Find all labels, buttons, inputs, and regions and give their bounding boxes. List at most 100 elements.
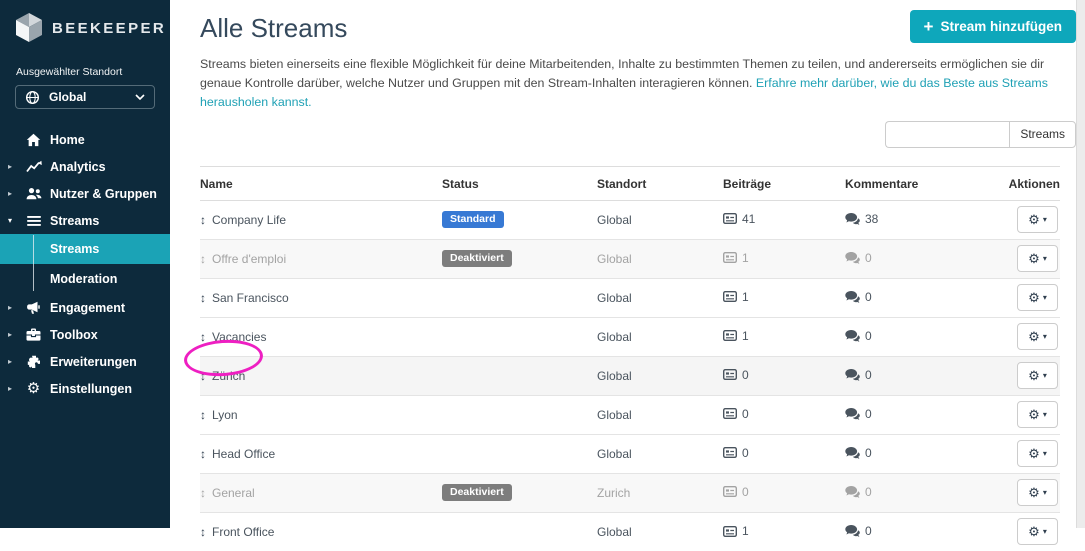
table-row: ↕ Offre d'emploi Deaktiviert Global 1 0 ⚙… [200,238,1060,279]
table-row: ↕ Head Office Global 0 0 ⚙ ▾ [200,433,1060,474]
row-actions-button[interactable]: ⚙ ▾ [1017,440,1058,468]
table-row: ↕ Lyon Global 0 0 ⚙ ▾ [200,394,1060,435]
main-content: Alle Streams + Stream hinzufügen Streams… [170,0,1085,551]
comments-icon [845,446,860,459]
search-input[interactable] [885,120,1010,148]
comments-count: 0 [865,523,872,538]
streams-table: Name Status Standort Beiträge Kommentare… [200,165,1060,551]
posts-count: 0 [742,367,749,382]
row-actions-button[interactable]: ⚙ ▾ [1017,479,1058,507]
caret-down-icon: ▾ [1042,214,1047,224]
drag-handle-icon[interactable]: ↕ [200,330,206,344]
row-actions-button[interactable]: ⚙ ▾ [1017,206,1058,234]
gear-icon: ⚙ [1028,290,1040,306]
drag-handle-icon[interactable]: ↕ [200,486,206,500]
comments-icon [845,212,860,225]
posts-icon [723,330,737,342]
standort-value: Global [597,316,723,357]
posts-count: 1 [742,328,749,343]
drag-handle-icon[interactable]: ↕ [200,369,206,383]
search-group: Streams [200,120,1076,148]
caret-down-icon: ▾ [1042,448,1047,458]
search-streams-button[interactable]: Streams [1009,120,1076,148]
sidebar-subitem-moderation[interactable]: Moderation [0,264,170,294]
gear-icon: ⚙ [1028,524,1040,540]
gear-icon: ⚙ [1028,251,1040,267]
caret-down-icon: ▾ [8,216,13,225]
posts-count: 1 [742,289,749,304]
comments-count: 0 [865,406,872,421]
sidebar-item-einstellungen[interactable]: ▸ ⚙ Einstellungen [0,375,170,402]
row-actions-button[interactable]: ⚙ ▾ [1017,284,1058,312]
col-name: Name [200,165,442,201]
home-icon [25,133,42,147]
gear-icon: ⚙ [1028,212,1040,228]
globe-icon [25,90,40,104]
comments-count: 0 [865,328,872,343]
gear-icon: ⚙ [1028,368,1040,384]
drag-handle-icon[interactable]: ↕ [200,291,206,305]
sidebar-item-label: Analytics [50,159,106,174]
standort-value: Global [597,355,723,396]
sidebar-item-toolbox[interactable]: ▸ Toolbox [0,321,170,348]
status-badge: Deaktiviert [442,483,512,502]
caret-down-icon: ▾ [1042,409,1047,419]
row-actions-button[interactable]: ⚙ ▾ [1017,362,1058,390]
comments-count: 0 [865,289,872,304]
comments-count: 0 [865,367,872,382]
comments-icon [845,251,860,264]
col-kommentare: Kommentare [845,165,977,201]
page-description: Streams bieten einerseits eine flexible … [200,55,1076,112]
posts-count: 41 [742,211,756,226]
megaphone-icon [25,301,42,315]
drag-handle-icon[interactable]: ↕ [200,408,206,422]
caret-right-icon: ▸ [8,303,13,312]
streams-submenu: Streams Moderation [0,234,170,294]
posts-icon [723,408,737,420]
sidebar-item-analytics[interactable]: ▸ Analytics [0,153,170,180]
stream-name: Vacancies [212,329,267,344]
comments-icon [845,407,860,420]
puzzle-icon [25,355,42,369]
col-status: Status [442,165,597,201]
comments-count: 38 [865,211,879,226]
sidebar: BEEKEEPER Ausgewählter Standort Global H… [0,0,170,528]
drag-handle-icon[interactable]: ↕ [200,447,206,461]
add-stream-button[interactable]: + Stream hinzufügen [909,10,1076,43]
posts-icon [723,525,737,537]
sidebar-item-home[interactable]: Home [0,126,170,153]
row-actions-button[interactable]: ⚙ ▾ [1017,518,1058,546]
stream-name: Company Life [212,212,287,227]
posts-icon [723,447,737,459]
stream-name: Offre d'emploi [212,251,287,266]
sidebar-subitem-streams[interactable]: Streams [0,234,170,264]
col-aktionen: Aktionen [977,165,1060,201]
location-dropdown[interactable]: Global [15,85,155,109]
sidebar-item-engagement[interactable]: ▸ Engagement [0,294,170,321]
drag-handle-icon[interactable]: ↕ [200,525,206,539]
location-label: Ausgewählter Standort [16,66,123,78]
table-row: ↕ Front Office Global 1 0 ⚙ ▾ [200,511,1060,551]
drag-handle-icon[interactable]: ↕ [200,252,206,266]
status-badge: Standard [442,210,504,229]
table-row: ↕ General Deaktiviert Zurich 0 0 ⚙ ▾ [200,472,1060,513]
sidebar-item-label: Streams [50,213,100,228]
users-icon [25,187,42,200]
posts-icon [723,369,737,381]
posts-count: 0 [742,484,749,499]
sidebar-item-streams[interactable]: ▾ Streams [0,207,170,234]
caret-down-icon: ▾ [1042,331,1047,341]
posts-icon [723,252,737,264]
comments-count: 0 [865,484,872,499]
row-actions-button[interactable]: ⚙ ▾ [1017,401,1058,429]
row-actions-button[interactable]: ⚙ ▾ [1017,245,1058,273]
caret-right-icon: ▸ [8,357,13,366]
sidebar-item-nutzer-gruppen[interactable]: ▸ Nutzer & Gruppen [0,180,170,207]
drag-handle-icon[interactable]: ↕ [200,213,206,227]
row-actions-button[interactable]: ⚙ ▾ [1017,323,1058,351]
scrollbar[interactable] [1076,0,1085,528]
standort-value: Zurich [597,472,723,513]
chevron-down-icon [135,94,145,100]
caret-down-icon: ▾ [1042,292,1047,302]
sidebar-item-erweiterungen[interactable]: ▸ Erweiterungen [0,348,170,375]
